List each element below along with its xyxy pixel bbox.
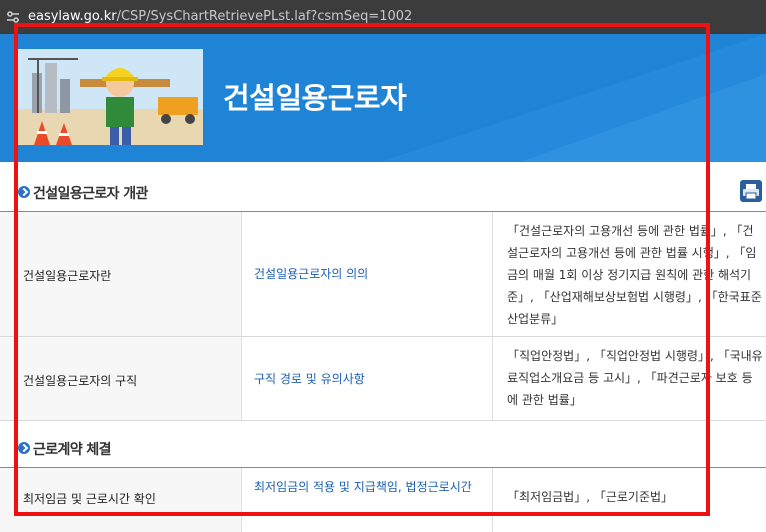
url-text[interactable]: easylaw.go.kr/CSP/SysChartRetrievePLst.l… xyxy=(28,9,412,24)
highlight-box xyxy=(14,23,710,516)
url-host: easylaw.go.kr xyxy=(28,9,117,24)
tune-icon[interactable] xyxy=(6,10,20,24)
url-path: /CSP/SysChartRetrievePLst.laf?csmSeq=100… xyxy=(116,9,413,24)
